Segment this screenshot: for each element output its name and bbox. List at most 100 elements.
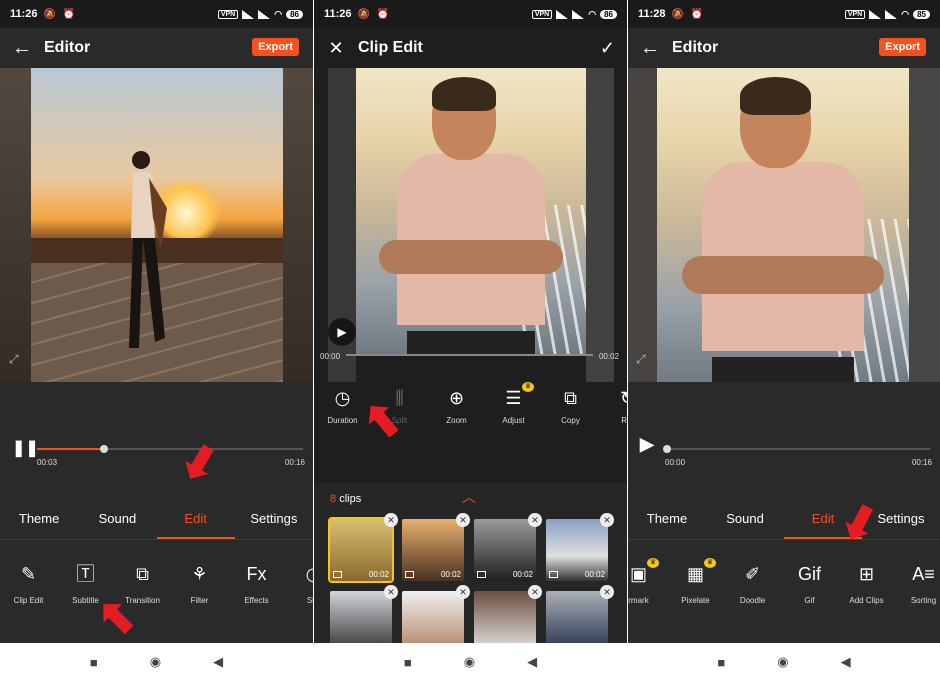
crown-icon: ♛ — [704, 558, 716, 568]
app-bar: ✕ Clip Edit ✓ — [314, 28, 627, 68]
export-button[interactable]: Export — [252, 38, 299, 56]
back-arrow-icon[interactable]: ← — [628, 37, 672, 60]
watermark-icon: ▣ ♛ — [628, 558, 667, 586]
tool-pixelate[interactable]: ▦ ♛ Pixelate — [667, 558, 724, 622]
tool-watermark[interactable]: ▣ ♛ rmark — [628, 558, 667, 622]
status-bar: 11:26 🔕 ⏰ VPN ◠ 86 — [0, 0, 313, 28]
vpn-badge: VPN — [531, 9, 553, 19]
back-arrow-icon[interactable]: ← — [0, 37, 44, 60]
page-title: Editor — [672, 39, 719, 56]
close-icon[interactable]: ✕ — [384, 585, 398, 599]
sticker-icon: ◷ — [285, 562, 313, 586]
tool-label: rmark — [628, 596, 649, 605]
tool-label: Pixelate — [681, 596, 710, 605]
close-icon[interactable]: ✕ — [456, 585, 470, 599]
tool-zoom[interactable]: ⊕ Zoom — [428, 386, 485, 436]
home-icon[interactable]: ◉ — [464, 654, 475, 670]
close-icon[interactable]: ✕ — [314, 38, 358, 59]
page-title: Clip Edit — [358, 39, 423, 56]
tab-settings[interactable]: Settings — [235, 500, 313, 539]
current-time: 00:00 — [665, 458, 686, 467]
tool-doodle[interactable]: ✐ Doodle — [724, 562, 781, 622]
pause-icon[interactable]: ❚❚ — [12, 438, 39, 458]
tool-add-clips[interactable]: ⊞ Add Clips — [838, 562, 895, 622]
home-icon[interactable]: ◉ — [777, 654, 788, 670]
tool-copy[interactable]: ⧉ Copy — [542, 386, 599, 436]
close-icon[interactable]: ✕ — [528, 585, 542, 599]
progress-knob[interactable] — [99, 445, 108, 453]
tool-filter[interactable]: ⚘ Filter — [171, 562, 228, 622]
tool-effects[interactable]: Fx Effects — [228, 562, 285, 622]
clip-thumbnail-grid: ✕ 00:02 ✕ 00:02 ✕ 00:02 ✕ 00:02 ✕ ✕ ✕ ✕ — [328, 513, 614, 653]
close-icon[interactable]: ✕ — [456, 513, 470, 527]
progress-track[interactable] — [663, 445, 930, 453]
recents-icon[interactable]: ■ — [717, 655, 725, 670]
tool-label: Filter — [190, 596, 209, 605]
photo-icon — [405, 571, 414, 578]
wifi-icon: ◠ — [901, 8, 910, 19]
tool-gif[interactable]: Gif Gif — [781, 562, 838, 622]
system-nav-bar: ■ ◉ ◀ — [628, 643, 940, 681]
close-icon[interactable]: ✕ — [600, 585, 614, 599]
recents-icon[interactable]: ■ — [90, 655, 98, 670]
back-icon[interactable]: ◀ — [213, 654, 223, 670]
effects-icon: Fx — [246, 564, 267, 584]
play-icon[interactable]: ▶ — [328, 318, 356, 346]
clip-thumbnail[interactable]: ✕ 00:02 — [546, 513, 614, 581]
tab-edit[interactable]: Edit — [156, 500, 235, 539]
home-icon[interactable]: ◉ — [150, 654, 161, 670]
total-time: 00:16 — [911, 458, 932, 467]
chevron-up-icon[interactable]: ︿ — [462, 487, 476, 507]
photo-icon — [549, 571, 558, 578]
tool-label: Clip Edit — [13, 596, 44, 605]
close-icon[interactable]: ✕ — [384, 513, 398, 527]
recents-icon[interactable]: ■ — [404, 655, 412, 670]
clips-word: clips — [339, 493, 362, 505]
tool-label: Effects — [244, 596, 269, 605]
clip-duration: 00:02 — [584, 570, 605, 579]
clip-duration: 00:02 — [368, 570, 389, 579]
clip-thumbnail[interactable]: ✕ 00:02 — [328, 513, 398, 583]
clip-progress-track[interactable] — [346, 354, 593, 356]
progress-track[interactable] — [37, 445, 303, 453]
tool-sticker[interactable]: ◷ Stic — [285, 562, 313, 622]
gif-icon: Gif — [797, 564, 821, 584]
close-icon[interactable]: ✕ — [600, 513, 614, 527]
preview-blur-right — [586, 68, 614, 382]
expand-icon[interactable]: ⤢ — [636, 352, 646, 367]
tool-rotate[interactable]: ↻ Rot — [599, 386, 627, 436]
signal-icon-2 — [572, 9, 585, 19]
tool-sorting[interactable]: A≡ Sorting — [895, 562, 940, 622]
tool-clip-edit[interactable]: ✎ Clip Edit — [0, 562, 57, 622]
video-preview[interactable] — [31, 68, 283, 382]
tab-theme[interactable]: Theme — [628, 500, 706, 539]
tool-adjust[interactable]: ☰ ♛ Adjust — [485, 382, 542, 436]
hair-shape — [740, 77, 811, 116]
clip-preview[interactable] — [356, 68, 586, 354]
confirm-check-icon[interactable]: ✓ — [600, 38, 615, 59]
notification-icons: 🔕 ⏰ — [43, 8, 78, 20]
play-icon[interactable]: ▶ — [640, 434, 654, 455]
back-icon[interactable]: ◀ — [527, 654, 537, 670]
clip-thumbnail[interactable]: ✕ 00:02 — [402, 513, 470, 581]
export-button[interactable]: Export — [879, 38, 926, 56]
battery-indicator: 86 — [600, 9, 617, 19]
progress-knob[interactable] — [663, 445, 671, 453]
system-nav-bar: ■ ◉ ◀ — [314, 643, 627, 681]
transition-icon: ⧉ — [136, 564, 149, 584]
tab-theme[interactable]: Theme — [0, 500, 78, 539]
tool-label: Add Clips — [849, 596, 884, 605]
expand-icon[interactable]: ⤢ — [9, 352, 19, 367]
tab-sound[interactable]: Sound — [78, 500, 156, 539]
photo-icon — [477, 571, 486, 578]
tool-label: Zoom — [446, 416, 467, 425]
photo-icon — [333, 571, 342, 578]
video-preview[interactable] — [657, 68, 909, 382]
preview-blur-left — [0, 68, 31, 382]
belt-shape — [406, 331, 536, 354]
back-icon[interactable]: ◀ — [841, 654, 851, 670]
notification-icons: 🔕 ⏰ — [357, 8, 392, 20]
clip-thumbnail[interactable]: ✕ 00:02 — [474, 513, 542, 581]
tab-sound[interactable]: Sound — [706, 500, 784, 539]
close-icon[interactable]: ✕ — [528, 513, 542, 527]
